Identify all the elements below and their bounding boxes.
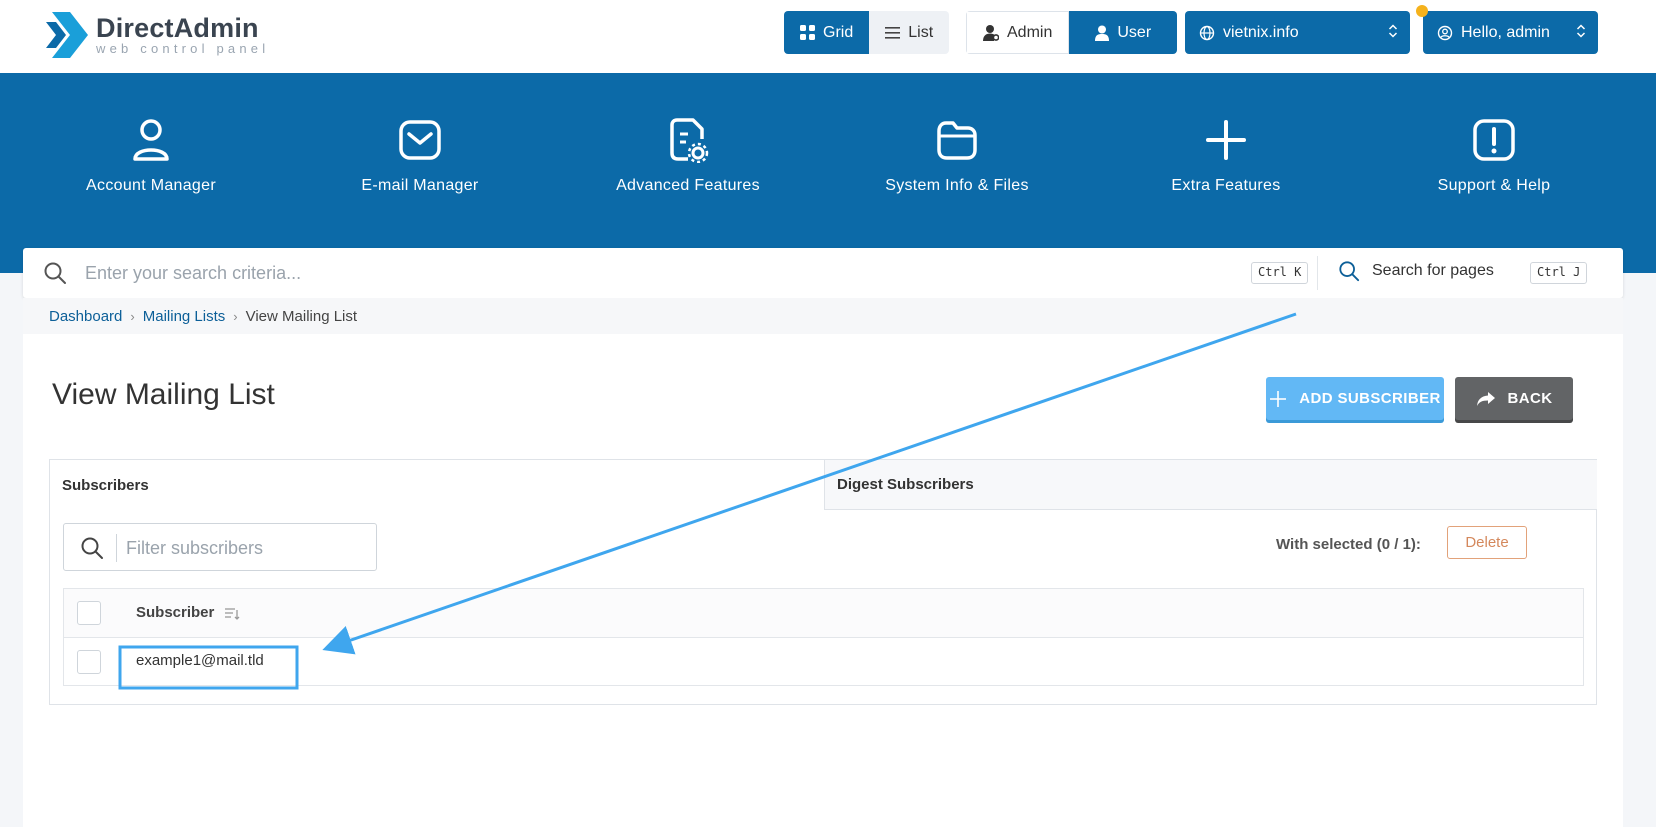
- search-icon: [81, 537, 103, 559]
- table-row[interactable]: example1@mail.tld: [64, 638, 1583, 686]
- search-input[interactable]: [85, 258, 1185, 288]
- divider: [116, 534, 117, 562]
- admin-label: Admin: [1007, 23, 1053, 41]
- plus-icon: [1206, 120, 1246, 160]
- selection-status: With selected (0 / 1):: [1276, 536, 1421, 553]
- page-search-label: Search for pages: [1372, 262, 1494, 279]
- plus-icon: [1270, 390, 1287, 407]
- search-icon: [44, 262, 66, 284]
- breadcrumb: Dashboard › Mailing Lists › View Mailing…: [23, 298, 1623, 334]
- user-menu[interactable]: Hello, admin: [1423, 11, 1598, 54]
- add-subscriber-label: ADD SUBSCRIBER: [1299, 390, 1441, 407]
- back-label: BACK: [1507, 390, 1553, 407]
- chevron-right-icon: ›: [130, 308, 135, 324]
- filter-box: [63, 523, 377, 571]
- breadcrumb-dashboard[interactable]: Dashboard: [49, 308, 122, 325]
- logo-title: DirectAdmin: [96, 13, 259, 43]
- list-label: List: [908, 23, 934, 41]
- account-circle-icon: [1437, 25, 1453, 40]
- search-icon: [1339, 261, 1360, 282]
- chevron-right-icon: ›: [233, 308, 238, 324]
- subscriber-tabs: Subscribers Digest Subscribers With sele…: [49, 459, 1597, 705]
- nav-account-manager[interactable]: Account Manager: [51, 117, 251, 195]
- divider: [1317, 256, 1318, 290]
- list-icon: [885, 26, 901, 39]
- domain-select[interactable]: vietnix.info: [1185, 11, 1410, 54]
- chevron-updown-icon: [1388, 23, 1398, 39]
- select-all-checkbox[interactable]: [77, 601, 101, 625]
- add-subscriber-button[interactable]: ADD SUBSCRIBER: [1266, 377, 1444, 420]
- search-shortcut-hint: Ctrl K: [1251, 262, 1309, 284]
- globe-icon: [1199, 25, 1215, 40]
- folder-icon: [937, 121, 977, 160]
- user-icon: [1095, 25, 1110, 41]
- nav-label: Advanced Features: [616, 177, 760, 194]
- logo[interactable]: DirectAdmin web control panel: [46, 10, 269, 60]
- view-toggle: Grid List: [784, 11, 950, 54]
- global-search-bar: Ctrl K Search for pages Ctrl J: [23, 248, 1623, 298]
- notification-dot: [1416, 5, 1428, 17]
- grid-label: Grid: [823, 23, 854, 41]
- logo-subtitle: web control panel: [96, 41, 270, 56]
- subscribers-table: Subscriber example1@mail.tld: [63, 588, 1584, 686]
- subscriber-email: example1@mail.tld: [136, 652, 264, 669]
- list-view-button[interactable]: List: [869, 11, 950, 54]
- domain-value: vietnix.info: [1223, 23, 1299, 41]
- table-header: Subscriber: [64, 589, 1583, 638]
- nav-label: Account Manager: [86, 177, 216, 194]
- nav-label: System Info & Files: [885, 177, 1029, 194]
- file-settings-icon: [670, 118, 709, 163]
- chevron-updown-icon: [1576, 23, 1586, 39]
- admin-role-button[interactable]: Admin: [966, 11, 1070, 54]
- share-arrow-icon: [1476, 391, 1495, 406]
- mail-icon: [399, 120, 441, 160]
- breadcrumb-current: View Mailing List: [245, 307, 358, 325]
- nav-system-info-files[interactable]: System Info & Files: [857, 117, 1057, 195]
- nav-support-help[interactable]: Support & Help: [1394, 117, 1594, 195]
- tab-digest-subscribers[interactable]: Digest Subscribers: [824, 460, 1597, 510]
- nav-email-manager[interactable]: E-mail Manager: [320, 117, 520, 195]
- nav-label: Support & Help: [1437, 177, 1551, 194]
- nav-extra-features[interactable]: Extra Features: [1126, 117, 1326, 195]
- user-role-button[interactable]: User: [1069, 11, 1178, 54]
- page-search-button[interactable]: Search for pages: [1338, 260, 1494, 282]
- page-search-shortcut-hint: Ctrl J: [1530, 262, 1588, 284]
- column-header-subscriber[interactable]: Subscriber: [136, 604, 240, 621]
- role-toggle: Admin User: [966, 11, 1178, 54]
- user-label: User: [1117, 23, 1152, 41]
- breadcrumb-mailing-lists[interactable]: Mailing Lists: [143, 308, 226, 325]
- page-title: View Mailing List: [52, 378, 275, 411]
- directadmin-logo-icon: [46, 12, 88, 58]
- delete-button[interactable]: Delete: [1447, 526, 1527, 559]
- main-nav: Account Manager E-mail Manager Advanced …: [0, 73, 1656, 273]
- sort-icon: [225, 607, 240, 620]
- top-bar: DirectAdmin web control panel Grid List …: [0, 0, 1656, 73]
- column-label: Subscriber: [136, 604, 215, 621]
- nav-label: Extra Features: [1171, 177, 1281, 194]
- nav-advanced-features[interactable]: Advanced Features: [588, 117, 788, 195]
- tab-subscribers[interactable]: Subscribers: [50, 460, 824, 510]
- admin-user-icon: [983, 25, 999, 41]
- row-checkbox[interactable]: [77, 650, 101, 674]
- user-menu-label: Hello, admin: [1461, 23, 1550, 41]
- back-button[interactable]: BACK: [1455, 377, 1573, 420]
- content-panel: Dashboard › Mailing Lists › View Mailing…: [23, 298, 1623, 827]
- alert-icon: [1473, 119, 1515, 161]
- grid-view-button[interactable]: Grid: [784, 11, 870, 54]
- user-icon: [133, 119, 169, 161]
- filter-subscribers-input[interactable]: [126, 534, 366, 562]
- grid-icon: [800, 25, 815, 40]
- nav-label: E-mail Manager: [361, 177, 479, 194]
